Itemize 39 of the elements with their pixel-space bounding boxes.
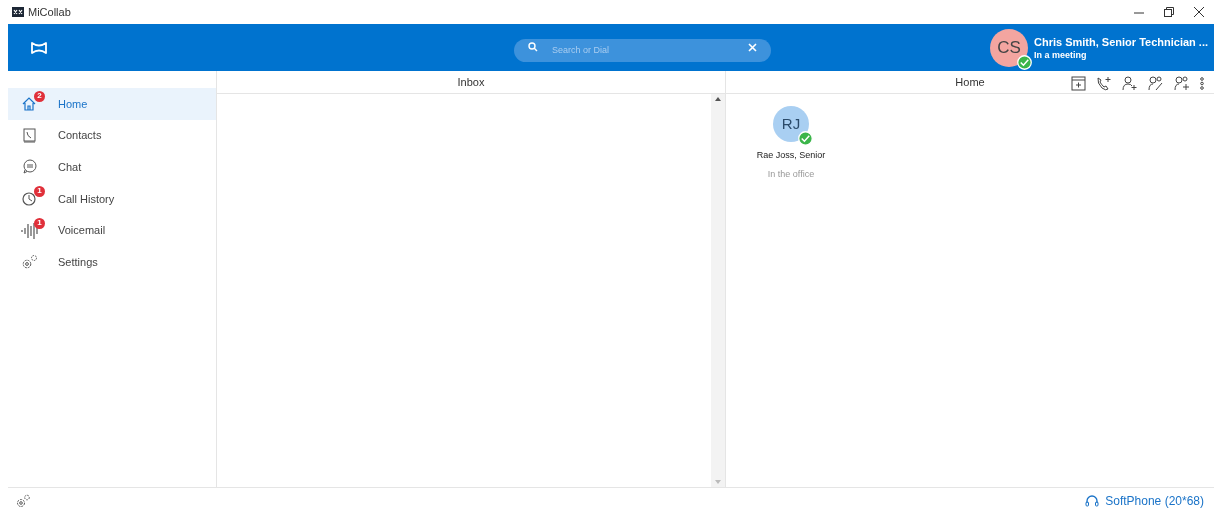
nav-item[interactable]: 1 Call History [8,183,216,215]
add-group-icon[interactable] [1174,76,1190,91]
notification-badge: 1 [34,185,45,197]
close-icon[interactable] [1194,7,1204,17]
avatar-initials: CS [997,36,1021,59]
contact-name: Rae Joss, Senior [756,149,826,162]
window-title: MiCollab [28,4,71,20]
user-status: In a meeting [1034,48,1088,61]
edit-people-icon[interactable] [1148,76,1164,91]
add-person-icon[interactable] [1122,76,1138,91]
chat-bubble-icon [21,158,39,177]
panel-title: Home [955,74,985,90]
nav-item[interactable]: Settings [8,246,216,279]
settings-icon[interactable] [16,493,31,508]
more-icon[interactable] [1200,76,1204,91]
calendar-add-icon[interactable] [1071,76,1086,91]
headset-icon [1085,493,1100,508]
add-call-icon[interactable] [1096,76,1112,91]
notification-badge: 1 [34,217,45,229]
clear-icon[interactable] [748,43,757,52]
panel-title: Inbox [217,71,725,94]
scroll-up-icon[interactable] [715,97,721,101]
notification-badge: 2 [34,90,45,102]
app-logo-icon [12,7,24,17]
nav-item[interactable]: 1 Voicemail [8,214,216,247]
logo-icon [30,41,48,54]
search-icon [528,42,538,52]
softphone-button[interactable]: SoftPhone (20*68) [1085,491,1206,510]
nav-item[interactable]: Chat [8,151,216,184]
contact-status: In the office [767,167,815,181]
restore-icon[interactable] [1164,7,1174,17]
clock-icon [21,189,39,208]
nav-item[interactable]: 2 Home [8,88,216,120]
sound-wave-icon [21,221,39,240]
address-book-icon [21,126,39,145]
scrollbar[interactable] [711,94,725,487]
nav-item[interactable]: Contacts [8,119,216,152]
user-name: Chris Smith, Senior Technician ... [1034,34,1208,49]
search-field[interactable]: Search or Dial [514,38,771,62]
